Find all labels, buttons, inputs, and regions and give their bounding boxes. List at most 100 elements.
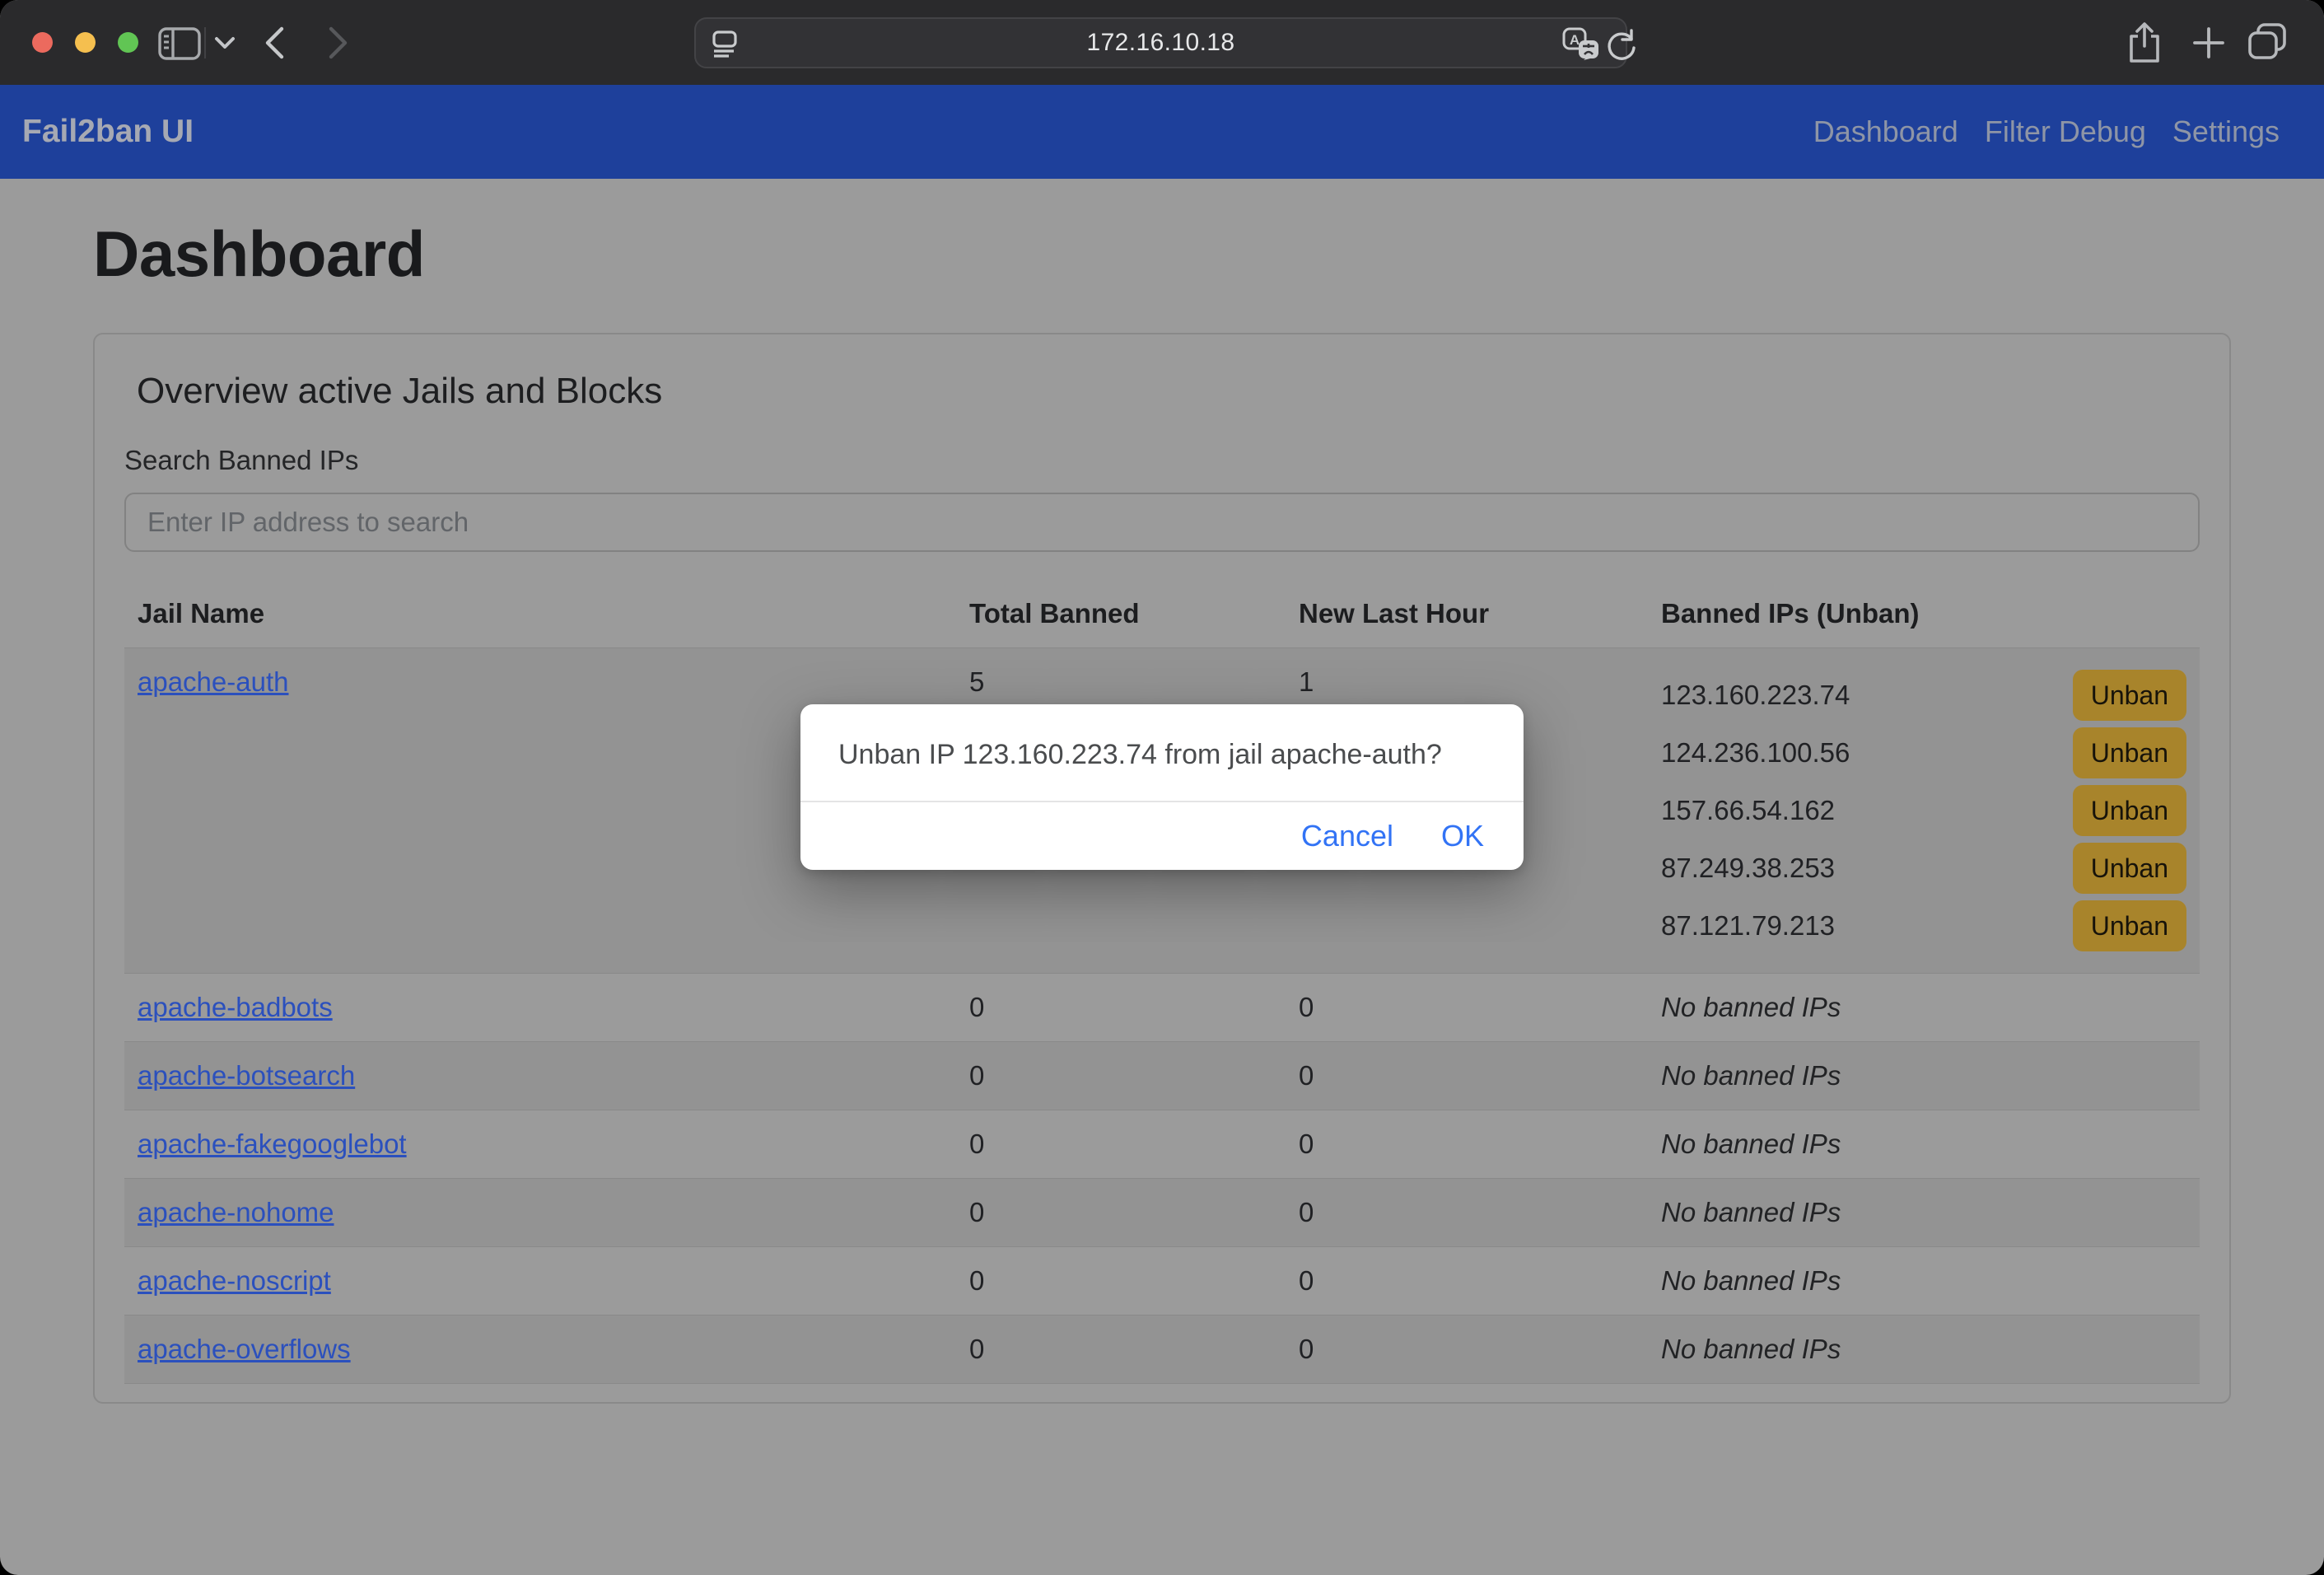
- tab-overview-icon[interactable]: [2247, 21, 2288, 63]
- dialog-message: Unban IP 123.160.223.74 from jail apache…: [800, 704, 1524, 801]
- jails-table: Jail Name Total Banned New Last Hour Ban…: [124, 580, 2200, 1404]
- no-banned-ips-text: No banned IPs: [1661, 1060, 1841, 1091]
- confirm-dialog: Unban IP 123.160.223.74 from jail apache…: [800, 704, 1524, 870]
- ok-button[interactable]: OK: [1441, 819, 1484, 853]
- banned-ips-cell: No banned IPs: [1648, 1042, 2200, 1110]
- header-new-last-hour: New Last Hour: [1286, 580, 1648, 648]
- no-banned-ips-text: No banned IPs: [1661, 1129, 1841, 1159]
- total-banned-cell: 0: [956, 1179, 1286, 1247]
- banned-ip-address: 157.66.54.162: [1661, 795, 1835, 826]
- unban-button[interactable]: Unban: [2073, 900, 2186, 951]
- jail-link[interactable]: apache-overflows: [138, 1334, 351, 1364]
- new-last-hour-cell: 0: [1286, 974, 1648, 1042]
- total-banned-cell: 0: [956, 1042, 1286, 1110]
- new-tab-icon[interactable]: [2192, 26, 2225, 59]
- app-navbar: Fail2ban UI DashboardFilter DebugSetting…: [0, 85, 2324, 179]
- banned-ips-cell: No banned IPs: [1648, 1247, 2200, 1316]
- translate-icon[interactable]: A: [1562, 27, 1600, 63]
- new-last-hour-cell: 0: [1286, 1316, 1648, 1384]
- banned-ip-entry: 157.66.54.162 Unban: [1661, 782, 2186, 839]
- search-label: Search Banned IPs: [124, 445, 2200, 476]
- new-last-hour-cell: 0: [1286, 1179, 1648, 1247]
- cancel-button[interactable]: Cancel: [1301, 819, 1393, 853]
- banned-ips-cell: No banned IPs: [1648, 1110, 2200, 1179]
- table-row: apache-botsearch 00 No banned IPs: [124, 1042, 2200, 1110]
- new-last-hour-cell: 0: [1286, 1247, 1648, 1316]
- banned-ip-entry: 124.236.100.56 Unban: [1661, 724, 2186, 782]
- no-banned-ips-text: No banned IPs: [1661, 1265, 1841, 1296]
- reload-icon[interactable]: [1604, 28, 1639, 63]
- total-banned-cell: 0: [956, 1247, 1286, 1316]
- jail-name-cell: apache-shellshock: [124, 1384, 956, 1404]
- no-banned-ips-text: No banned IPs: [1661, 1197, 1841, 1227]
- chevron-down-icon[interactable]: [214, 35, 236, 50]
- toolbar-divider: [204, 27, 206, 58]
- jail-name-cell: apache-noscript: [124, 1247, 956, 1316]
- table-row: apache-fakegooglebot 00 No banned IPs: [124, 1110, 2200, 1179]
- table-row: apache-badbots 00 No banned IPs: [124, 974, 2200, 1042]
- banned-ip-address: 87.249.38.253: [1661, 853, 1835, 884]
- banned-ip-entry: 87.249.38.253 Unban: [1661, 839, 2186, 897]
- jail-link[interactable]: apache-nohome: [138, 1197, 334, 1227]
- forward-button[interactable]: [326, 25, 351, 61]
- page-title: Dashboard: [93, 217, 2231, 292]
- browser-toolbar: 172.16.10.18 A: [0, 0, 2324, 85]
- unban-button[interactable]: Unban: [2073, 843, 2186, 894]
- no-banned-ips-text: No banned IPs: [1661, 1334, 1841, 1364]
- no-banned-ips-text: No banned IPs: [1661, 992, 1841, 1022]
- search-input[interactable]: [124, 493, 2200, 552]
- total-banned-cell: 0: [956, 1110, 1286, 1179]
- banned-ip-address: 87.121.79.213: [1661, 910, 1835, 942]
- banned-ips-cell: No banned IPs: [1648, 1384, 2200, 1404]
- banned-ips-cell: No banned IPs: [1648, 1316, 2200, 1384]
- jail-link[interactable]: apache-botsearch: [138, 1060, 355, 1091]
- new-last-hour-cell: 0: [1286, 1384, 1648, 1404]
- jail-link[interactable]: apache-shellshock: [138, 1402, 362, 1404]
- jail-name-cell: apache-fakegooglebot: [124, 1110, 956, 1179]
- back-button[interactable]: [262, 25, 287, 61]
- close-window-button[interactable]: [32, 32, 53, 53]
- jail-link[interactable]: apache-noscript: [138, 1265, 331, 1296]
- table-row: apache-overflows00No banned IPs: [124, 1316, 2200, 1384]
- sidebar-icon[interactable]: [158, 27, 201, 60]
- header-jail-name: Jail Name: [124, 580, 956, 648]
- jail-name-cell: apache-botsearch: [124, 1042, 956, 1110]
- header-total-banned: Total Banned: [956, 580, 1286, 648]
- table-row: apache-noscript 00 No banned IPs: [124, 1247, 2200, 1316]
- jail-link[interactable]: apache-auth: [138, 666, 288, 697]
- zoom-window-button[interactable]: [118, 32, 138, 53]
- new-last-hour-cell: 0: [1286, 1042, 1648, 1110]
- traffic-lights: [32, 32, 138, 53]
- table-row: apache-nohome 00 No banned IPs: [124, 1179, 2200, 1247]
- nav-link-filter-debug[interactable]: Filter Debug: [1972, 115, 2159, 149]
- table-header-row: Jail Name Total Banned New Last Hour Ban…: [124, 580, 2200, 648]
- unban-button[interactable]: Unban: [2073, 785, 2186, 836]
- unban-button[interactable]: Unban: [2073, 670, 2186, 721]
- jail-name-cell: apache-nohome: [124, 1179, 956, 1247]
- nav-link-dashboard[interactable]: Dashboard: [1800, 115, 1972, 149]
- jail-name-cell: apache-overflows: [124, 1316, 956, 1384]
- new-last-hour-cell: 0: [1286, 1110, 1648, 1179]
- minimize-window-button[interactable]: [75, 32, 96, 53]
- banned-ip-address: 124.236.100.56: [1661, 737, 1850, 769]
- card-title: Overview active Jails and Blocks: [137, 371, 2200, 412]
- jail-link[interactable]: apache-badbots: [138, 992, 333, 1022]
- address-bar[interactable]: 172.16.10.18 A: [694, 17, 1627, 68]
- total-banned-cell: 0: [956, 1384, 1286, 1404]
- banned-ip-entry: 123.160.223.74 Unban: [1661, 666, 2186, 724]
- banned-ips-cell: No banned IPs: [1648, 1179, 2200, 1247]
- nav-link-settings[interactable]: Settings: [2159, 115, 2293, 149]
- nav-links: DashboardFilter DebugSettings: [1800, 115, 2293, 149]
- banned-ip-entry: 87.121.79.213 Unban: [1661, 897, 2186, 955]
- banned-ips-cell: No banned IPs: [1648, 974, 2200, 1042]
- share-icon[interactable]: [2126, 21, 2163, 64]
- total-banned-cell: 0: [956, 974, 1286, 1042]
- dialog-footer: Cancel OK: [800, 802, 1524, 870]
- banned-ips-cell: 123.160.223.74Unban124.236.100.56Unban15…: [1648, 648, 2200, 974]
- banned-ip-address: 123.160.223.74: [1661, 680, 1850, 711]
- url-text: 172.16.10.18: [696, 19, 1626, 67]
- svg-text:A: A: [1570, 32, 1580, 48]
- jail-link[interactable]: apache-fakegooglebot: [138, 1129, 407, 1159]
- brand-title[interactable]: Fail2ban UI: [22, 114, 194, 150]
- unban-button[interactable]: Unban: [2073, 727, 2186, 778]
